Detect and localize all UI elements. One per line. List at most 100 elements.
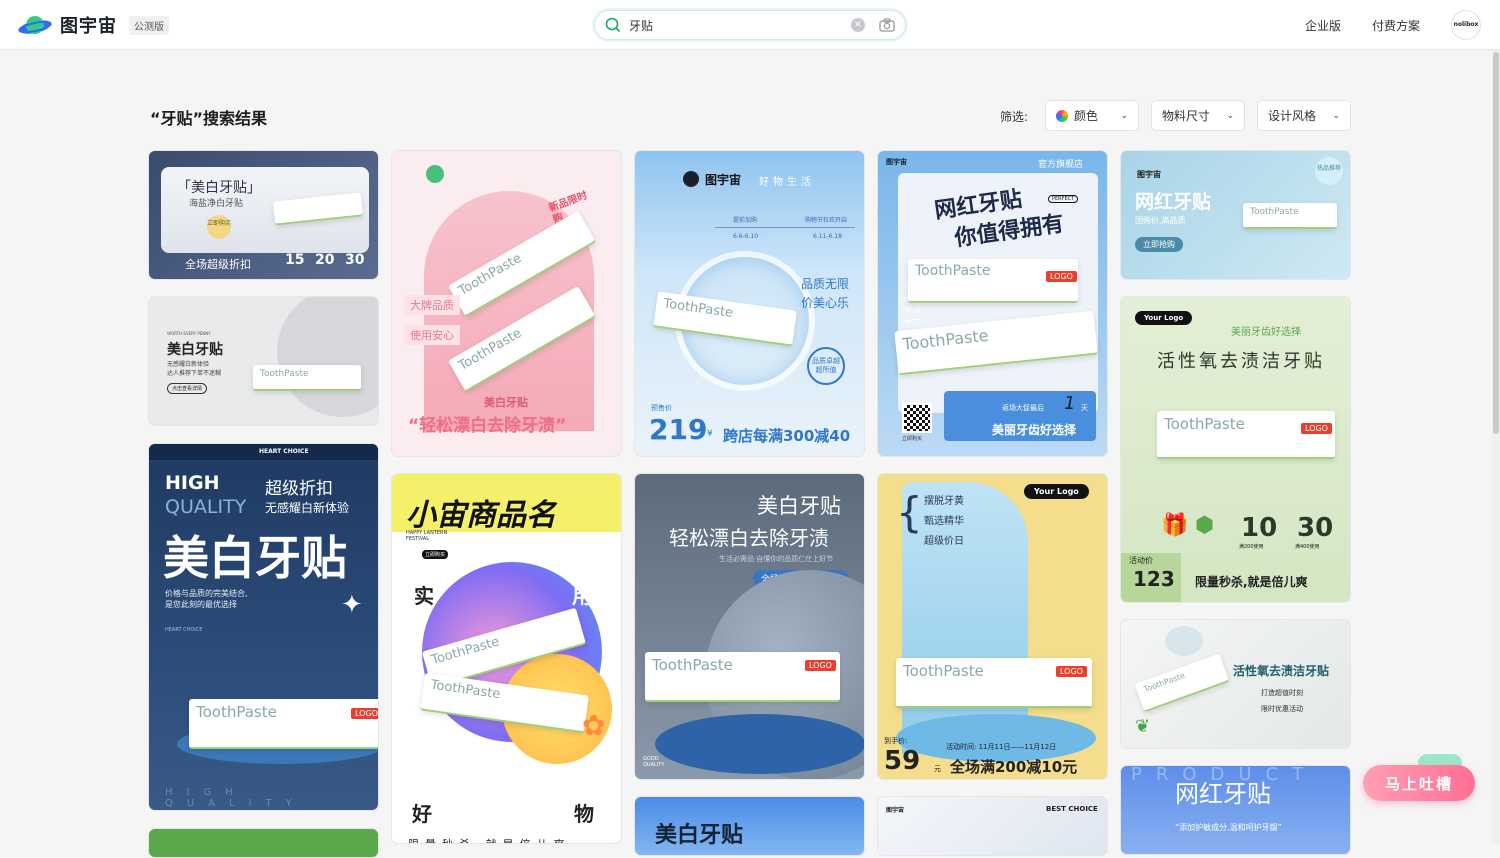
headline: QUALITY <box>165 496 247 518</box>
app-logo[interactable]: 图宇宙 公测版 <box>18 12 169 38</box>
side-label: 使用安心 <box>404 325 460 345</box>
brand-name: 图宇宙 <box>886 807 905 814</box>
filter-label: 筛选: <box>1000 110 1029 124</box>
product-image: ToothPaste <box>253 365 361 391</box>
product-image: ToothPaste <box>1243 203 1337 229</box>
search-bar[interactable]: × <box>594 10 906 40</box>
enterprise-link[interactable]: 企业版 <box>1305 17 1341 34</box>
price-3: 30 <box>345 252 365 268</box>
your-logo-pill: Your Logo <box>1135 311 1193 325</box>
brand-name: 图宇宙 <box>1137 170 1161 179</box>
template-card-2[interactable]: WORTH EVERY PENNY 美白牙贴 无感耀白新体验 达人推荐下单不迷糊… <box>148 296 379 426</box>
logo-tag: LOGO <box>805 660 836 671</box>
date-value: 6.6-6.10 <box>733 233 759 240</box>
color-filter-label: 颜色 <box>1056 107 1098 124</box>
qr-code-icon <box>902 403 932 433</box>
template-card-10[interactable]: 图宇宙 官方旗舰店 网红牙贴 你值得拥有 PERFECT FASHION PER… <box>877 150 1108 457</box>
camera-icon[interactable] <box>879 18 895 32</box>
feature-item: 超级价日 <box>924 536 964 547</box>
card-subtitle: 轻松漂白去除牙渍 <box>669 526 829 550</box>
brace-icon: { <box>896 488 923 537</box>
search-input[interactable] <box>629 18 851 32</box>
card-title: 网红牙贴 <box>1135 191 1212 213</box>
countdown-unit: 天 <box>1081 404 1088 412</box>
style-filter-dropdown[interactable]: 设计风格 ⌄ <box>1257 100 1351 131</box>
brand-dot-icon <box>426 165 444 183</box>
top-header: 图宇宙 公测版 × 企业版 付费方案 nolibox <box>0 0 1500 50</box>
template-card-9-partial[interactable]: 美白牙贴 <box>634 796 865 856</box>
shop-tag: 官方旗舰店 <box>1038 160 1084 170</box>
promo-text: 全场满200减10元 <box>950 758 1078 776</box>
feedback-label: 马上吐槽 <box>1384 774 1453 793</box>
color-filter-dropdown[interactable]: 颜色 ⌄ <box>1045 100 1139 131</box>
page-title: “牙贴”搜索结果 <box>150 109 268 128</box>
box-icon: ⬢ <box>1195 513 1215 538</box>
template-card-12-partial[interactable]: 图宇宙 BEST CHOICE <box>877 796 1108 856</box>
date-value: 6.11-6.18 <box>813 233 842 240</box>
card-line: 限时优惠活动 <box>1261 705 1303 713</box>
card-title: 小宙商品名 <box>406 498 556 533</box>
template-card-11[interactable]: { 摆脱牙黄 甄选精华 超级价日 Your Logo ToothPaste LO… <box>877 473 1108 780</box>
card-line: 达人推荐下单不迷糊 <box>167 370 222 377</box>
template-card-16-partial[interactable]: PRODUCT 网红牙贴 “添加护敏成分,温和呵护牙龈” <box>1120 765 1351 855</box>
headline-sub: 超级折扣 <box>265 479 333 499</box>
size-filter-label: 物料尺寸 <box>1162 109 1211 123</box>
buy-now-button: 立即抢购 <box>1135 237 1183 252</box>
price-label: 到手价: <box>884 737 908 745</box>
card-subtitle: “添加护敏成分,温和呵护牙龈” <box>1175 823 1282 832</box>
card-desc: 价格与品质的完美结合, <box>165 589 248 598</box>
best-choice-tag: BEST CHOICE <box>1046 805 1098 813</box>
pricing-link[interactable]: 付费方案 <box>1372 17 1420 34</box>
template-card-6[interactable]: 小宙商品名 HAPPY LANTERN FESTIVAL 立即购买 实 用 To… <box>391 473 622 844</box>
color-wheel-icon <box>1056 110 1068 122</box>
hot-badge: 热品推荐 <box>1315 157 1343 185</box>
template-card-3[interactable]: HEART CHOICE HIGH 超级折扣 QUALITY 无感耀白新体验 美… <box>148 443 379 811</box>
date-label: 提前加购 <box>733 217 758 224</box>
small-caption: 生活必需品·自懂你的品质仁仕上好节 <box>719 555 834 563</box>
chevron-down-icon: ⌄ <box>1226 110 1234 121</box>
product-image: ToothPaste <box>1134 653 1230 713</box>
value-badge: 品质卓越超所值 <box>807 347 845 385</box>
slogan-char: 好 <box>412 802 432 826</box>
buy-tag: 立即购买 <box>207 215 231 239</box>
size-filter-dropdown[interactable]: 物料尺寸 ⌄ <box>1151 100 1245 131</box>
headline: HIGH <box>165 472 220 494</box>
template-card-5[interactable]: 新品限时购 ToothPaste ToothPaste 大牌品质 使用安心 美白… <box>391 150 622 457</box>
price-unit: 元 <box>934 765 941 773</box>
feature-item: 甄选精华 <box>924 516 964 527</box>
chevron-down-icon: ⌄ <box>1120 110 1128 121</box>
card-title: 美白牙贴 <box>167 342 223 358</box>
template-card-13[interactable]: 图宇宙 网红牙贴 团购价,高品质 立即抢购 热品推荐 ToothPaste <box>1120 150 1351 280</box>
clear-search-icon[interactable]: × <box>851 18 865 32</box>
slogan-char: 实 <box>414 584 434 608</box>
headline-sub: 无感耀白新体验 <box>265 501 350 515</box>
price: 123 <box>1133 567 1175 591</box>
date-label: 购物节狂欢开启 <box>805 217 848 224</box>
avatar[interactable]: nolibox <box>1451 10 1481 40</box>
scrollbar-thumb[interactable] <box>1493 52 1499 434</box>
slogan-char: 用 <box>572 584 592 608</box>
template-card-14[interactable]: Your Logo 美丽牙齿好选择 活性氧去渍洁牙贴 ToothPaste LO… <box>1120 296 1351 603</box>
slogan-char: 物 <box>574 802 594 826</box>
feedback-button[interactable]: 马上吐槽 <box>1363 765 1475 801</box>
side-label: 大牌品质 <box>404 295 460 315</box>
template-card-8[interactable]: 美白牙贴 轻松漂白去除牙渍 生活必需品·自懂你的品质仁仕上好节 全场2包8折/3… <box>634 473 865 780</box>
brand-logo-icon <box>683 171 699 187</box>
card-title: 网红牙贴 <box>1175 780 1271 808</box>
template-card-4-partial[interactable] <box>148 828 379 858</box>
card-subtitle: 团购价,高品质 <box>1135 216 1186 225</box>
footer-caption: GOOD QUALITY <box>643 756 665 768</box>
slogan: 品质无限 <box>801 277 850 291</box>
logo-tag: LOGO <box>351 708 378 719</box>
countdown-days: 1 <box>1064 393 1076 414</box>
template-card-1[interactable]: 「美白牙贴」 海盐净白牙贴 立即购买 全场超级折扣 15 20 30 <box>148 150 379 280</box>
template-card-7[interactable]: 图宇宙 好物生活 提前加购 6.6-6.10 购物节狂欢开启 6.11-6.18… <box>634 150 865 457</box>
currency-unit: ¥ <box>707 429 713 439</box>
brand-tagline: 好物生活 <box>759 177 815 188</box>
logo-tag: LOGO <box>1046 271 1077 282</box>
style-filter-label: 设计风格 <box>1268 109 1317 123</box>
gift-icon: 🎁 <box>1161 513 1189 538</box>
promo-text: 限量秒杀,就是倍儿爽 <box>1195 575 1308 589</box>
template-card-15[interactable]: ToothPaste ❦ 活性氧去渍洁牙贴 打造超值时刻 限时优惠活动 <box>1120 619 1351 749</box>
promo-text: 跨店每满300减40 <box>723 427 851 445</box>
